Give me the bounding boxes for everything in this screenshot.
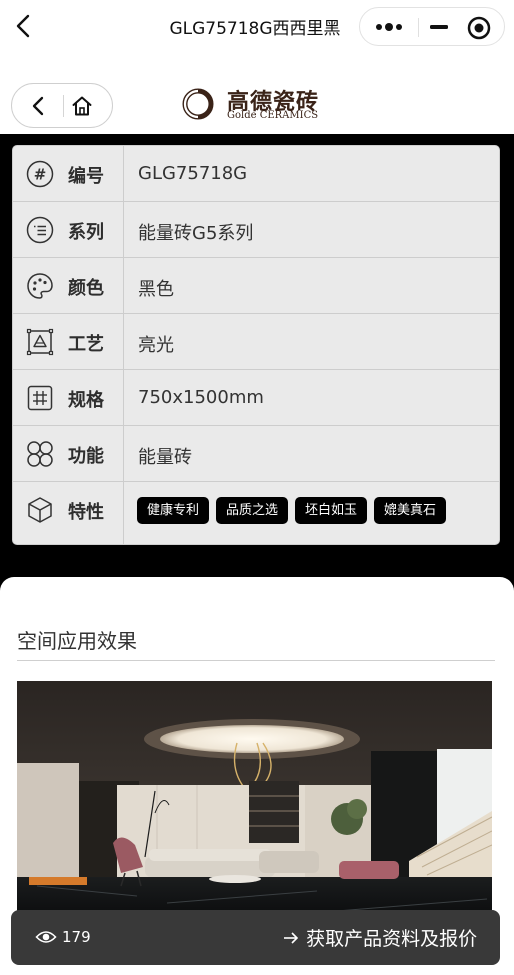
- feature-tags: 健康专利 品质之选 坯白如玉 媲美真石: [137, 497, 453, 524]
- spec-label-cell: 功能: [13, 426, 124, 481]
- close-mini-program-icon[interactable]: [466, 15, 492, 41]
- bottom-action-bar: 179 获取产品资料及报价: [11, 910, 500, 965]
- spec-row-series: 系列 能量砖G5系列: [13, 202, 499, 258]
- spec-row-size: 规格 750x1500mm: [13, 370, 499, 426]
- cube-icon: [28, 497, 52, 523]
- nav-pill: [11, 83, 113, 128]
- minimize-icon[interactable]: [424, 18, 454, 36]
- brand-logo: 高德瓷砖 Golde CERAMICS: [174, 84, 334, 126]
- home-icon[interactable]: [70, 94, 94, 118]
- spec-label: 系列: [68, 222, 104, 243]
- spec-label: 颜色: [68, 278, 104, 299]
- spec-label-cell: # 编号: [13, 146, 124, 201]
- spec-label: 特性: [68, 502, 104, 523]
- hash-icon: #: [26, 160, 54, 188]
- spec-value-code: GLG75718G: [138, 163, 248, 184]
- spec-row-function: 功能 能量砖: [13, 426, 499, 482]
- spec-label-cell: 规格: [13, 370, 124, 425]
- get-quote-label: 获取产品资料及报价: [306, 928, 478, 950]
- spec-row-craft: 工艺 亮光: [13, 314, 499, 370]
- palette-icon: [27, 273, 53, 299]
- spec-label-cell: 系列: [13, 202, 124, 257]
- logo-mark-icon: [182, 88, 214, 120]
- svg-text:#: #: [34, 166, 47, 184]
- spec-label: 规格: [68, 390, 104, 411]
- feature-tag: 坯白如玉: [295, 497, 368, 524]
- arrow-right-icon: [284, 931, 299, 944]
- spec-table: # 编号 GLG75718G 系列 能量砖G5系列 颜色 黑色 工艺 亮光 规格…: [12, 145, 500, 545]
- section-title: 空间应用效果: [17, 629, 137, 653]
- spec-value-craft: 亮光: [138, 335, 174, 356]
- back-icon[interactable]: [26, 93, 50, 119]
- feature-tag: 健康专利: [137, 497, 210, 524]
- spec-row-code: # 编号 GLG75718G: [13, 146, 499, 202]
- spec-row-color: 颜色 黑色: [13, 258, 499, 314]
- get-quote-button[interactable]: 获取产品资料及报价: [281, 924, 477, 952]
- spec-row-features: 特性 健康专利 品质之选 坯白如玉 媲美真石: [13, 482, 499, 544]
- circles-icon: [27, 441, 53, 467]
- feature-tag: 媲美真石: [374, 497, 447, 524]
- list-icon: [26, 216, 54, 244]
- nav-pill-divider: [63, 95, 64, 117]
- grid-icon: [27, 385, 53, 411]
- spec-value-color: 黑色: [138, 279, 174, 300]
- mini-program-capsule: [359, 7, 505, 46]
- spec-label: 编号: [68, 166, 104, 187]
- spec-value-size: 750x1500mm: [138, 387, 264, 408]
- spec-label-cell: 工艺: [13, 314, 124, 369]
- section-divider: [17, 660, 495, 661]
- top-bar: GLG75718G西西里黑 高德瓷砖 Golde CERAMICS: [0, 0, 514, 134]
- page-title: GLG75718G西西里黑: [169, 19, 341, 39]
- spec-label-cell: 颜色: [13, 258, 124, 313]
- eye-icon: [35, 931, 57, 943]
- brand-name-en: Golde CERAMICS: [227, 110, 319, 121]
- feature-tag: 品质之选: [216, 497, 289, 524]
- back-arrow-icon[interactable]: [10, 8, 40, 44]
- spec-label: 工艺: [68, 334, 104, 355]
- spec-label-cell: 特性: [13, 482, 124, 544]
- spec-label: 功能: [68, 446, 104, 467]
- more-options-icon[interactable]: [374, 18, 404, 36]
- spec-value-function: 能量砖: [138, 447, 192, 468]
- room-application-image[interactable]: [17, 681, 492, 921]
- capsule-divider: [418, 18, 419, 37]
- view-count: 179: [62, 928, 91, 946]
- spec-value-series: 能量砖G5系列: [138, 223, 254, 244]
- craft-icon: [26, 328, 54, 356]
